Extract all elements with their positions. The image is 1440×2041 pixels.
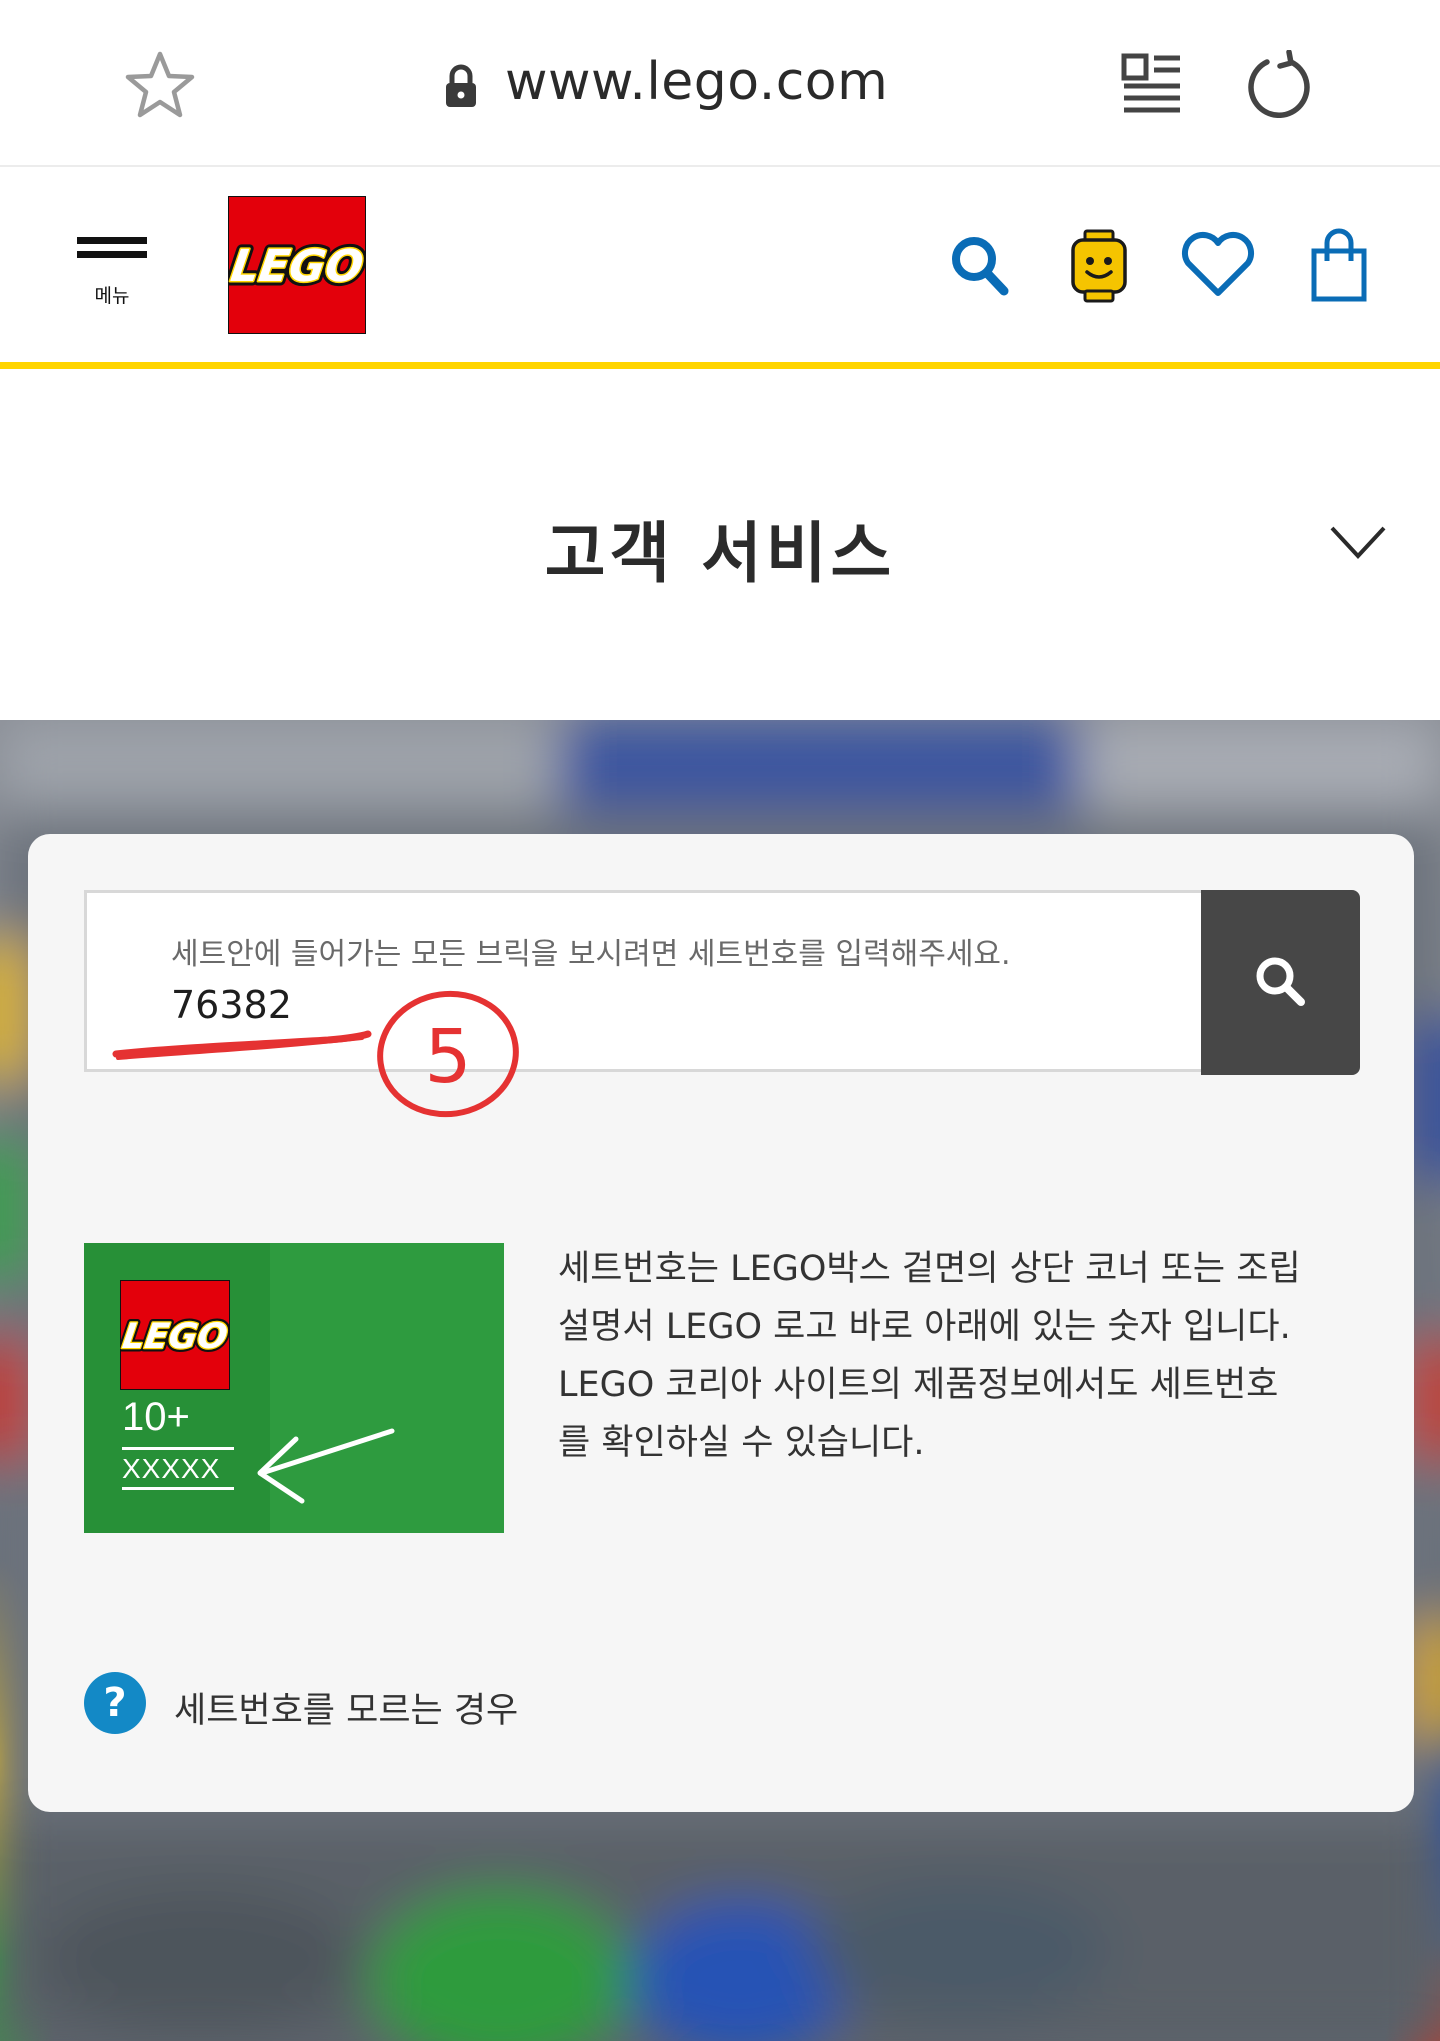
reload-icon[interactable]	[1245, 50, 1313, 118]
minifig-head-icon[interactable]	[1068, 229, 1130, 303]
chevron-down-icon[interactable]	[1328, 522, 1388, 562]
set-number-description: 세트번호는 LEGO박스 겉면의 상단 코너 또는 조립 설명서 LEGO 로고…	[558, 1249, 1301, 1463]
set-number-placeholder: XXXXX	[122, 1453, 221, 1484]
arrow-left-icon	[257, 1428, 395, 1504]
lego-logo[interactable]: LEGO LEGO	[228, 196, 366, 334]
help-link-text[interactable]: 세트번호를 모르는 경우	[174, 1682, 518, 1733]
lego-logo-small: LEGO LEGO	[120, 1280, 230, 1390]
search-placeholder-text: 세트안에 들어가는 모든 브릭을 보시려면 세트번호를 입력해주세요.	[171, 937, 1011, 972]
site-header: 메뉴 LEGO LEGO	[0, 169, 1440, 369]
lock-icon	[446, 64, 476, 107]
hamburger-icon	[77, 237, 147, 244]
menu-button[interactable]: 메뉴	[74, 231, 150, 311]
search-submit-button[interactable]	[1201, 890, 1360, 1075]
heart-icon[interactable]	[1180, 231, 1256, 299]
bookmark-star-icon[interactable]	[124, 50, 196, 120]
search-icon[interactable]	[948, 231, 1012, 301]
question-icon: ?	[84, 1672, 146, 1734]
reader-mode-icon[interactable]	[1120, 52, 1184, 116]
search-icon	[1256, 957, 1305, 1006]
age-label: 10+	[122, 1395, 190, 1439]
shopping-bag-icon[interactable]	[1310, 227, 1368, 303]
page-title: 고객 서비스	[544, 515, 896, 592]
set-number-location-image: LEGO LEGO 10+ XXXXX	[84, 1243, 504, 1533]
browser-toolbar: www.lego.com	[0, 0, 1440, 167]
set-number-input[interactable]: 세트안에 들어가는 모든 브릭을 보시려면 세트번호를 입력해주세요. 7638…	[84, 890, 1202, 1072]
search-input-value[interactable]: 76382	[171, 983, 292, 1027]
set-search-card: 세트안에 들어가는 모든 브릭을 보시려면 세트번호를 입력해주세요. 7638…	[28, 834, 1414, 1812]
address-bar-url[interactable]: www.lego.com	[505, 52, 888, 112]
svg-text:LEGO: LEGO	[120, 1316, 230, 1357]
menu-label: 메뉴	[94, 285, 130, 307]
svg-text:LEGO: LEGO	[228, 241, 366, 292]
